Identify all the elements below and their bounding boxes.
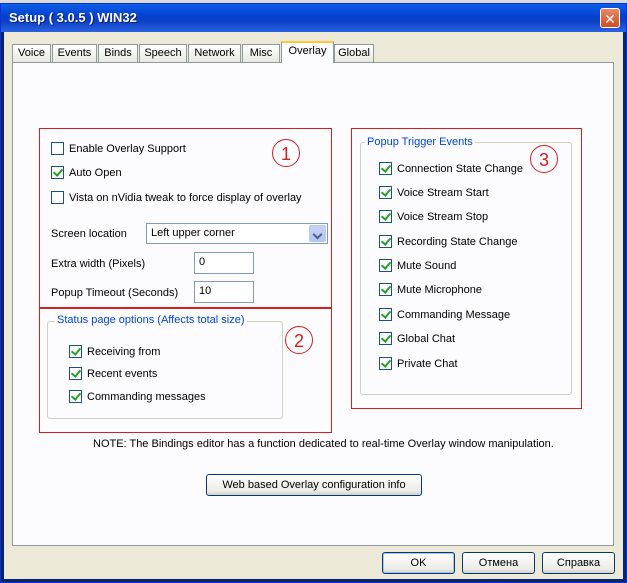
- dialog-client: Voice Events Binds Speech Network Misc O…: [4, 32, 623, 579]
- receiving-from-box[interactable]: [69, 345, 82, 358]
- recent-events-checkbox[interactable]: Recent events: [69, 367, 157, 380]
- connection-state-change-label: Connection State Change: [397, 162, 523, 175]
- cancel-button[interactable]: Отмена: [462, 552, 535, 574]
- tab-overlay[interactable]: Overlay: [281, 41, 334, 63]
- screen-location-value: Left upper corner: [151, 227, 235, 239]
- auto-open-checkbox[interactable]: Auto Open: [51, 166, 122, 179]
- global-chat-checkbox[interactable]: Global Chat: [379, 332, 455, 345]
- connection-state-change-box[interactable]: [379, 162, 392, 175]
- tab-misc[interactable]: Misc: [242, 44, 280, 62]
- vista-tweak-box[interactable]: [51, 191, 64, 204]
- mute-microphone-box[interactable]: [379, 283, 392, 296]
- mute-microphone-label: Mute Microphone: [397, 283, 482, 296]
- tab-network[interactable]: Network: [188, 44, 241, 62]
- mute-sound-label: Mute Sound: [397, 259, 457, 272]
- tab-global[interactable]: Global: [334, 44, 374, 62]
- close-icon: ✕: [604, 11, 616, 27]
- private-chat-box[interactable]: [379, 357, 392, 370]
- receiving-from-label: Receiving from: [87, 345, 161, 358]
- vista-tweak-checkbox[interactable]: Vista on nVidia tweak to force display o…: [51, 191, 302, 204]
- extra-width-input[interactable]: 0: [194, 252, 254, 274]
- private-chat-checkbox[interactable]: Private Chat: [379, 357, 458, 370]
- popup-trigger-group-title: Popup Trigger Events: [365, 136, 475, 148]
- popup-timeout-input[interactable]: 10: [194, 281, 254, 303]
- mute-sound-checkbox[interactable]: Mute Sound: [379, 259, 456, 272]
- private-chat-label: Private Chat: [397, 357, 458, 370]
- commanding-messages-label: Commanding messages: [87, 390, 206, 403]
- ok-button[interactable]: OK: [382, 552, 455, 574]
- window-title: Setup ( 3.0.5 ) WIN32: [9, 10, 137, 25]
- voice-stream-start-label: Voice Stream Start: [397, 186, 489, 199]
- voice-stream-stop-label: Voice Stream Stop: [397, 210, 489, 223]
- enable-overlay-checkbox[interactable]: Enable Overlay Support: [51, 142, 186, 155]
- popup-timeout-label: Popup Timeout (Seconds): [51, 287, 179, 299]
- overlay-tab-panel: 1 Enable Overlay Support Auto Open Vista…: [12, 62, 614, 546]
- web-overlay-info-button[interactable]: Web based Overlay configuration info: [206, 474, 422, 496]
- commanding-message-checkbox[interactable]: Commanding Message: [379, 308, 510, 321]
- recording-state-change-label: Recording State Change: [397, 235, 518, 248]
- recent-events-box[interactable]: [69, 367, 82, 380]
- global-chat-label: Global Chat: [397, 332, 456, 345]
- receiving-from-checkbox[interactable]: Receiving from: [69, 345, 160, 358]
- tab-voice[interactable]: Voice: [12, 44, 51, 62]
- global-chat-box[interactable]: [379, 332, 392, 345]
- enable-overlay-box[interactable]: [51, 142, 64, 155]
- extra-width-label: Extra width (Pixels): [51, 258, 146, 270]
- voice-stream-stop-box[interactable]: [379, 210, 392, 223]
- recording-state-change-box[interactable]: [379, 235, 392, 248]
- help-button[interactable]: Справка: [542, 552, 615, 574]
- close-button[interactable]: ✕: [600, 8, 620, 28]
- enable-overlay-label: Enable Overlay Support: [69, 142, 186, 155]
- commanding-message-label: Commanding Message: [397, 308, 511, 321]
- tab-binds[interactable]: Binds: [98, 44, 138, 62]
- marker-1: 1: [272, 139, 300, 167]
- mute-microphone-checkbox[interactable]: Mute Microphone: [379, 283, 482, 296]
- marker-2: 2: [285, 326, 313, 354]
- voice-stream-start-box[interactable]: [379, 186, 392, 199]
- auto-open-label: Auto Open: [69, 166, 122, 179]
- title-bar[interactable]: Setup ( 3.0.5 ) WIN32 ✕: [1, 4, 626, 32]
- mute-sound-box[interactable]: [379, 259, 392, 272]
- bindings-note: NOTE: The Bindings editor has a function…: [93, 438, 554, 450]
- recording-state-change-checkbox[interactable]: Recording State Change: [379, 235, 517, 248]
- screen-location-label: Screen location: [51, 228, 127, 240]
- setup-window: Setup ( 3.0.5 ) WIN32 ✕ Voice Events Bin…: [0, 3, 627, 583]
- connection-state-change-checkbox[interactable]: Connection State Change: [379, 162, 523, 175]
- auto-open-box[interactable]: [51, 166, 64, 179]
- commanding-message-box[interactable]: [379, 308, 392, 321]
- commanding-messages-checkbox[interactable]: Commanding messages: [69, 390, 206, 403]
- voice-stream-stop-checkbox[interactable]: Voice Stream Stop: [379, 210, 488, 223]
- chevron-down-icon[interactable]: [309, 225, 326, 242]
- recent-events-label: Recent events: [87, 367, 158, 380]
- status-page-group-title: Status page options (Affects total size): [55, 314, 247, 326]
- vista-tweak-label: Vista on nVidia tweak to force display o…: [69, 191, 302, 204]
- tab-events[interactable]: Events: [52, 44, 97, 62]
- screen-location-select[interactable]: Left upper corner: [146, 223, 328, 244]
- tab-speech[interactable]: Speech: [139, 44, 187, 62]
- voice-stream-start-checkbox[interactable]: Voice Stream Start: [379, 186, 489, 199]
- commanding-messages-box[interactable]: [69, 390, 82, 403]
